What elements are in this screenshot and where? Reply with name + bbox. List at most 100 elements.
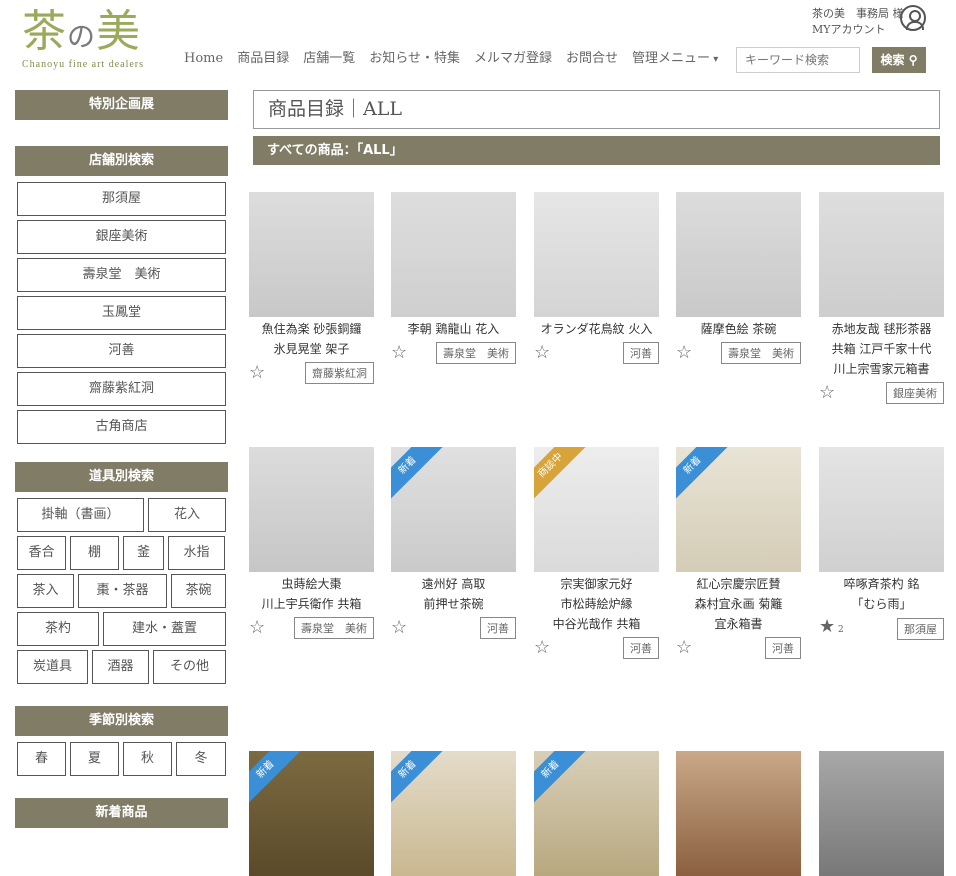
favorite-star-icon[interactable]: ☆ bbox=[249, 363, 265, 383]
product-image[interactable]: 新着 bbox=[391, 751, 516, 876]
shop-tag[interactable]: 那須屋 bbox=[897, 617, 944, 640]
product-title[interactable]: 宗実御家元好 市松蒔絵炉縁 中谷光哉作 共箱 bbox=[534, 574, 659, 634]
product-card[interactable]: 新着 紅心宗慶宗匠賛 森村宜永画 菊籬 宜永箱書 ☆ 河善 bbox=[676, 447, 801, 659]
product-card[interactable]: 虫蒔絵大棗 川上宇兵衛作 共箱 ☆ 壽泉堂 美術 bbox=[249, 447, 374, 639]
shop-button-jusendo[interactable]: 壽泉堂 美術 bbox=[17, 258, 226, 292]
season-spring[interactable]: 春 bbox=[17, 742, 66, 776]
new-items-heading[interactable]: 新着商品 bbox=[15, 798, 228, 828]
favorite-star-icon[interactable]: ☆ bbox=[391, 343, 407, 363]
product-title[interactable]: 啐啄斉茶杓 銘「むら雨」 bbox=[819, 574, 944, 614]
nav-news[interactable]: お知らせ・特集 bbox=[369, 48, 460, 71]
shop-button-gyokuhodo[interactable]: 玉鳳堂 bbox=[17, 296, 226, 330]
product-card[interactable] bbox=[819, 751, 944, 876]
product-image[interactable] bbox=[249, 192, 374, 317]
product-image[interactable]: 新着 bbox=[391, 447, 516, 572]
product-image[interactable]: 新着 bbox=[534, 751, 659, 876]
site-logo[interactable]: 茶の美 Chanoyu fine art dealers bbox=[22, 6, 144, 70]
shop-tag[interactable]: 齋藤紫紅洞 bbox=[305, 362, 374, 384]
favorite-star-icon[interactable]: ☆ bbox=[249, 618, 265, 638]
tool-other[interactable]: その他 bbox=[153, 650, 226, 684]
favorite-star-icon[interactable]: ☆ bbox=[534, 343, 550, 363]
product-card[interactable]: 啐啄斉茶杓 銘「むら雨」 ★ 2 那須屋 bbox=[819, 447, 944, 640]
tool-chashaku[interactable]: 茶杓 bbox=[17, 612, 99, 646]
shop-button-nasuya[interactable]: 那須屋 bbox=[17, 182, 226, 216]
favorite-star-icon[interactable]: ☆ bbox=[819, 383, 835, 403]
nav-catalog[interactable]: 商品目録 bbox=[237, 48, 289, 71]
product-title[interactable]: 李朝 鶏龍山 花入 bbox=[391, 319, 516, 339]
nav-home[interactable]: Home bbox=[184, 48, 223, 71]
favorite-star-icon[interactable]: ☆ bbox=[391, 618, 407, 638]
product-image[interactable] bbox=[819, 447, 944, 572]
shop-button-saito[interactable]: 齋藤紫紅洞 bbox=[17, 372, 226, 406]
tool-shuki[interactable]: 酒器 bbox=[92, 650, 149, 684]
shop-tag[interactable]: 銀座美術 bbox=[886, 382, 944, 404]
shop-button-kokaku[interactable]: 古角商店 bbox=[17, 410, 226, 444]
product-title[interactable]: 紅心宗慶宗匠賛 森村宜永画 菊籬 宜永箱書 bbox=[676, 574, 801, 634]
product-card[interactable]: オランダ花鳥紋 火入 ☆ 河善 bbox=[534, 192, 659, 364]
my-account-link[interactable]: MYアカウント bbox=[812, 22, 904, 38]
tool-sumi[interactable]: 炭道具 bbox=[17, 650, 88, 684]
season-winter[interactable]: 冬 bbox=[176, 742, 226, 776]
product-title[interactable]: 遠州好 高取 前押せ茶碗 bbox=[391, 574, 516, 614]
favorite-star-icon[interactable]: ☆ bbox=[676, 638, 692, 658]
shop-tag[interactable]: 壽泉堂 美術 bbox=[436, 342, 516, 364]
shop-tag[interactable]: 河善 bbox=[765, 637, 801, 659]
user-icon[interactable] bbox=[900, 5, 926, 31]
product-card[interactable]: 商談中 宗実御家元好 市松蒔絵炉縁 中谷光哉作 共箱 ☆ 河善 bbox=[534, 447, 659, 659]
nav-admin-menu[interactable]: 管理メニュー bbox=[632, 48, 718, 71]
product-title[interactable]: 赤地友哉 毬形茶器 共箱 江戸千家十代 川上宗雪家元箱書 bbox=[819, 319, 944, 379]
tool-kensui[interactable]: 建水・蓋置 bbox=[103, 612, 226, 646]
search-input[interactable] bbox=[736, 47, 860, 73]
special-exhibition-link[interactable]: 特別企画展 bbox=[15, 90, 228, 120]
product-image[interactable] bbox=[676, 192, 801, 317]
tool-chaire[interactable]: 茶入 bbox=[17, 574, 74, 608]
product-card[interactable] bbox=[676, 751, 801, 876]
nav-newsletter[interactable]: メルマガ登録 bbox=[474, 48, 552, 71]
product-card[interactable]: 赤地友哉 毬形茶器 共箱 江戸千家十代 川上宗雪家元箱書 ☆ 銀座美術 bbox=[819, 192, 944, 404]
product-title[interactable]: 虫蒔絵大棗 川上宇兵衛作 共箱 bbox=[249, 574, 374, 614]
nav-shops[interactable]: 店舗一覧 bbox=[303, 48, 355, 71]
season-autumn[interactable]: 秋 bbox=[123, 742, 172, 776]
product-card[interactable]: 新着 bbox=[391, 751, 516, 876]
favorite-star-icon[interactable]: ☆ bbox=[534, 638, 550, 658]
product-image[interactable] bbox=[249, 447, 374, 572]
tool-hanaire[interactable]: 花入 bbox=[148, 498, 226, 532]
tool-natsume[interactable]: 棗・茶器 bbox=[78, 574, 167, 608]
product-title[interactable]: 魚住為楽 砂張銅鑼 氷見晃堂 架子 bbox=[249, 319, 374, 359]
favorite-star-icon[interactable]: ☆ bbox=[676, 343, 692, 363]
shop-tag[interactable]: 河善 bbox=[623, 637, 659, 659]
product-card[interactable]: 薩摩色絵 茶碗 ☆ 壽泉堂 美術 bbox=[676, 192, 801, 364]
tool-chawan[interactable]: 茶碗 bbox=[171, 574, 226, 608]
season-summer[interactable]: 夏 bbox=[70, 742, 119, 776]
product-card[interactable]: 李朝 鶏龍山 花入 ☆ 壽泉堂 美術 bbox=[391, 192, 516, 364]
shop-button-kawazen[interactable]: 河善 bbox=[17, 334, 226, 368]
tool-kakejiku[interactable]: 掛軸（書画） bbox=[17, 498, 144, 532]
shop-tag[interactable]: 壽泉堂 美術 bbox=[721, 342, 801, 364]
product-image[interactable] bbox=[391, 192, 516, 317]
product-image[interactable]: 新着 bbox=[676, 447, 801, 572]
product-card[interactable]: 新着 bbox=[534, 751, 659, 876]
product-card[interactable]: 魚住為楽 砂張銅鑼 氷見晃堂 架子 ☆ 齋藤紫紅洞 bbox=[249, 192, 374, 384]
product-image[interactable] bbox=[819, 751, 944, 876]
favorite-star-icon[interactable]: ★ 2 bbox=[819, 617, 844, 640]
product-card[interactable]: 新着 bbox=[249, 751, 374, 876]
shop-tag[interactable]: 河善 bbox=[623, 342, 659, 364]
product-image[interactable] bbox=[534, 192, 659, 317]
shop-tag[interactable]: 壽泉堂 美術 bbox=[294, 617, 374, 639]
product-card[interactable]: 新着 遠州好 高取 前押せ茶碗 ☆ 河善 bbox=[391, 447, 516, 639]
tool-mizusashi[interactable]: 水指 bbox=[168, 536, 225, 570]
search-button[interactable]: 検索 ⚲ bbox=[872, 47, 926, 73]
tool-tana[interactable]: 棚 bbox=[70, 536, 119, 570]
product-image[interactable]: 新着 bbox=[249, 751, 374, 876]
tool-kogo[interactable]: 香合 bbox=[17, 536, 66, 570]
tool-kama[interactable]: 釜 bbox=[123, 536, 164, 570]
shop-button-ginza[interactable]: 銀座美術 bbox=[17, 220, 226, 254]
shop-tag[interactable]: 河善 bbox=[480, 617, 516, 639]
product-title[interactable]: 薩摩色絵 茶碗 bbox=[676, 319, 801, 339]
product-image[interactable] bbox=[819, 192, 944, 317]
account-menu[interactable]: 茶の美 事務局 様 MYアカウント bbox=[812, 6, 904, 38]
nav-contact[interactable]: お問合せ bbox=[566, 48, 618, 71]
product-image[interactable] bbox=[676, 751, 801, 876]
product-image[interactable]: 商談中 bbox=[534, 447, 659, 572]
product-title[interactable]: オランダ花鳥紋 火入 bbox=[534, 319, 659, 339]
